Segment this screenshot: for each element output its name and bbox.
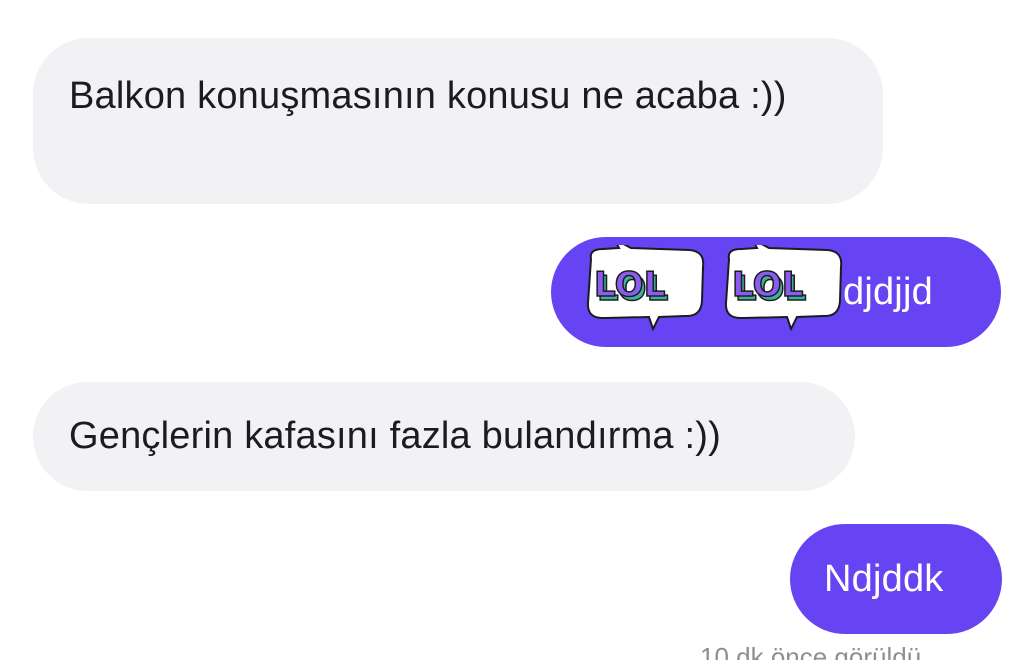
outgoing-message-bubble[interactable]: LOL LOL LOL LOL djdjjd: [551, 237, 1001, 347]
incoming-message-bubble[interactable]: Balkon konuşmasının konusu ne acaba :)): [33, 38, 883, 204]
lol-sticker-icon: LOL LOL: [724, 245, 843, 331]
message-text: Balkon konuşmasının konusu ne acaba :)): [69, 75, 787, 117]
chat-thread: Balkon konuşmasının konusu ne acaba :)) …: [0, 0, 1024, 660]
incoming-message-bubble[interactable]: Gençlerin kafasını fazla bulandırma :)): [33, 382, 855, 491]
sticker-row: LOL LOL LOL LOL: [586, 245, 843, 331]
message-text: Ndjddk: [824, 558, 944, 600]
svg-text:LOL: LOL: [732, 265, 804, 305]
svg-text:LOL: LOL: [594, 265, 666, 305]
lol-sticker-icon: LOL LOL: [586, 245, 705, 331]
seen-status: 10 dk önce görüldü: [700, 644, 922, 660]
message-text: Gençlerin kafasını fazla bulandırma :)): [69, 415, 721, 457]
outgoing-message-bubble[interactable]: Ndjddk: [790, 524, 1002, 634]
message-text: djdjjd: [843, 271, 933, 313]
